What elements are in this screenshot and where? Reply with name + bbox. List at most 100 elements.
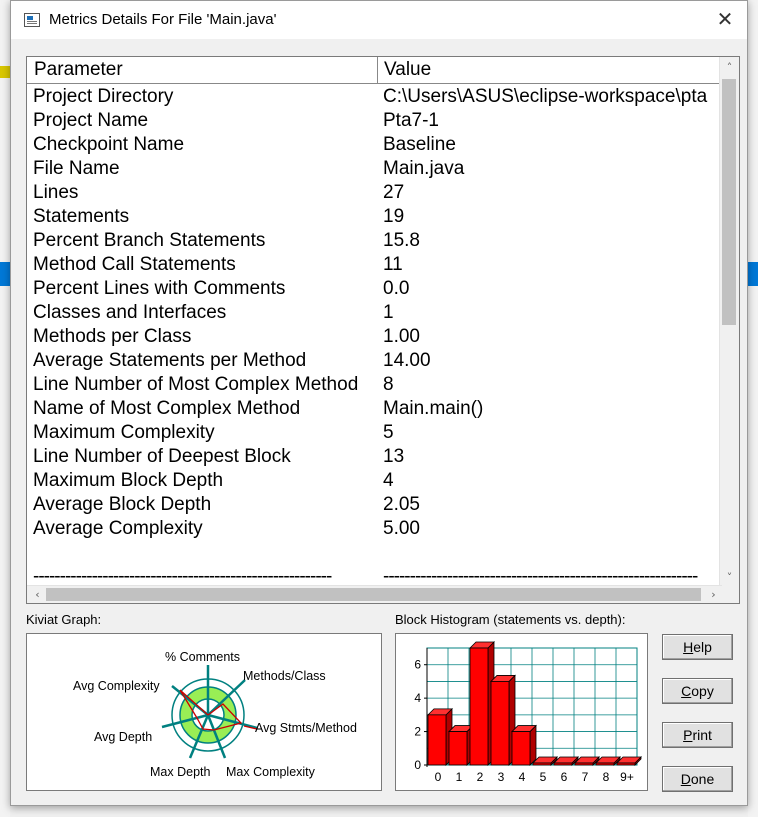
- parameter-cell: Method Call Statements: [33, 254, 236, 275]
- metrics-table[interactable]: Parameter Value Project Directory C:\User…: [26, 56, 740, 604]
- copy-label-rest: opy: [691, 683, 714, 699]
- copy-button[interactable]: Copy: [662, 678, 733, 704]
- parameter-cell: Lines: [33, 182, 79, 203]
- histogram-chart: 02460 1 2 3 4 5 6 7 8 9+: [414, 641, 642, 784]
- metrics-dialog: Metrics Details For File 'Main.java' ✕ P…: [10, 0, 748, 806]
- table-row[interactable]: Maximum Block Depth 4: [27, 469, 722, 493]
- axis-label-comments: % Comments: [165, 650, 240, 664]
- table-row[interactable]: Percent Branch Statements 15.8: [27, 229, 722, 253]
- copy-mnemonic: C: [681, 683, 692, 699]
- histogram-bar: [532, 762, 552, 766]
- parameter-cell: Maximum Complexity: [33, 422, 215, 443]
- table-row[interactable]: [27, 541, 722, 565]
- window-title: Metrics Details For File 'Main.java': [49, 11, 277, 28]
- table-row[interactable]: Methods per Class 1.00: [27, 325, 722, 349]
- kiviat-label: Kiviat Graph:: [26, 612, 102, 627]
- x-tick-label: 8: [603, 770, 610, 784]
- horizontal-scroll-thumb[interactable]: [46, 588, 701, 601]
- value-cell: 1.00: [383, 326, 420, 347]
- value-cell: 8: [383, 374, 394, 395]
- background-app-right: [748, 0, 758, 817]
- column-header-value[interactable]: Value: [378, 57, 722, 84]
- value-cell: C:\Users\ASUS\eclipse-workspace\pta: [383, 86, 708, 107]
- window-icon: [24, 13, 40, 27]
- horizontal-scrollbar[interactable]: ‹ ›: [27, 585, 722, 603]
- x-tick-label: 4: [519, 770, 526, 784]
- histogram-label: Block Histogram (statements vs. depth):: [395, 612, 626, 627]
- kiviat-graph: % Comments Methods/Class Avg Stmts/Metho…: [26, 633, 382, 791]
- scroll-corner: [720, 586, 739, 603]
- title-bar: Metrics Details For File 'Main.java' ✕: [11, 1, 747, 39]
- help-button[interactable]: Help: [662, 634, 733, 660]
- table-row[interactable]: Statements 19: [27, 205, 722, 229]
- parameter-cell: Line Number of Most Complex Method: [33, 374, 359, 395]
- y-tick-label: 6: [414, 658, 421, 672]
- value-cell: 27: [383, 182, 405, 203]
- table-row[interactable]: Method Call Statements 11: [27, 253, 722, 277]
- scroll-left-arrow-icon[interactable]: ‹: [29, 586, 46, 603]
- table-rows: Project Directory C:\Users\ASUS\eclipse-w…: [27, 85, 722, 590]
- help-label-rest: elp: [693, 639, 712, 655]
- axis-label-methods-class: Methods/Class: [243, 669, 326, 683]
- parameter-cell: Statements: [33, 206, 130, 227]
- scroll-down-arrow-icon[interactable]: ˅: [720, 569, 739, 587]
- value-cell: 1: [383, 302, 394, 323]
- table-row[interactable]: Name of Most Complex Method Main.main(): [27, 397, 722, 421]
- table-row[interactable]: Project Directory C:\Users\ASUS\eclipse-w…: [27, 85, 722, 109]
- table-row[interactable]: Maximum Complexity 5: [27, 421, 722, 445]
- vertical-scrollbar[interactable]: ˄ ˅: [719, 57, 739, 587]
- scroll-up-arrow-icon[interactable]: ˄: [720, 59, 739, 77]
- histogram-bar: [595, 762, 615, 766]
- print-label-rest: rint: [692, 727, 712, 743]
- histogram-bar: [574, 762, 594, 766]
- parameter-cell: Maximum Block Depth: [33, 470, 224, 491]
- y-tick-label: 2: [414, 725, 421, 739]
- parameter-cell: Percent Lines with Comments: [33, 278, 286, 299]
- y-tick-label: 0: [414, 758, 421, 772]
- table-row[interactable]: Line Number of Deepest Block 13: [27, 445, 722, 469]
- value-cell: Baseline: [383, 134, 456, 155]
- y-tick-label: 4: [414, 691, 421, 705]
- parameter-cell: Line Number of Deepest Block: [33, 446, 291, 467]
- parameter-cell: Project Name: [33, 110, 149, 131]
- done-label-rest: one: [690, 771, 715, 787]
- histogram-bar: [469, 647, 489, 766]
- x-tick-label: 2: [477, 770, 484, 784]
- value-cell: Main.java: [383, 158, 465, 179]
- x-tick-label: 6: [561, 770, 568, 784]
- background-highlight-right: [748, 262, 758, 286]
- value-cell: Main.main(): [383, 398, 484, 419]
- value-cell: 5: [383, 422, 394, 443]
- column-header-parameter[interactable]: Parameter: [27, 57, 378, 84]
- x-tick-label: 1: [456, 770, 463, 784]
- value-cell: 13: [383, 446, 405, 467]
- x-tick-label: 0: [435, 770, 442, 784]
- done-button[interactable]: Done: [662, 766, 733, 792]
- parameter-cell: Average Block Depth: [33, 494, 212, 515]
- table-row[interactable]: Average Block Depth 2.05: [27, 493, 722, 517]
- histogram-bar: [448, 731, 468, 766]
- done-mnemonic: D: [680, 771, 691, 787]
- parameter-cell: Name of Most Complex Method: [33, 398, 301, 419]
- parameter-cell: Classes and Interfaces: [33, 302, 227, 323]
- table-row[interactable]: Average Complexity 5.00: [27, 517, 722, 541]
- table-row[interactable]: Lines 27: [27, 181, 722, 205]
- table-row[interactable]: File Name Main.java: [27, 157, 722, 181]
- close-button[interactable]: ✕: [703, 1, 747, 39]
- help-mnemonic: H: [683, 639, 694, 655]
- vertical-scroll-thumb[interactable]: [722, 79, 736, 325]
- value-cell: 11: [383, 254, 403, 275]
- table-row[interactable]: Average Statements per Method 14.00: [27, 349, 722, 373]
- axis-label-max-depth: Max Depth: [150, 765, 210, 779]
- bar-side: [529, 724, 537, 766]
- table-row[interactable]: Checkpoint Name Baseline: [27, 133, 722, 157]
- print-button[interactable]: Print: [662, 722, 733, 748]
- histogram-bar: [490, 681, 510, 766]
- table-row[interactable]: Line Number of Most Complex Method 8: [27, 373, 722, 397]
- histogram-bar: [553, 762, 573, 766]
- parameter-cell: File Name: [33, 158, 120, 179]
- x-tick-label: 3: [498, 770, 505, 784]
- table-row[interactable]: Project Name Pta7-1: [27, 109, 722, 133]
- table-row[interactable]: Percent Lines with Comments 0.0: [27, 277, 722, 301]
- table-row[interactable]: Classes and Interfaces 1: [27, 301, 722, 325]
